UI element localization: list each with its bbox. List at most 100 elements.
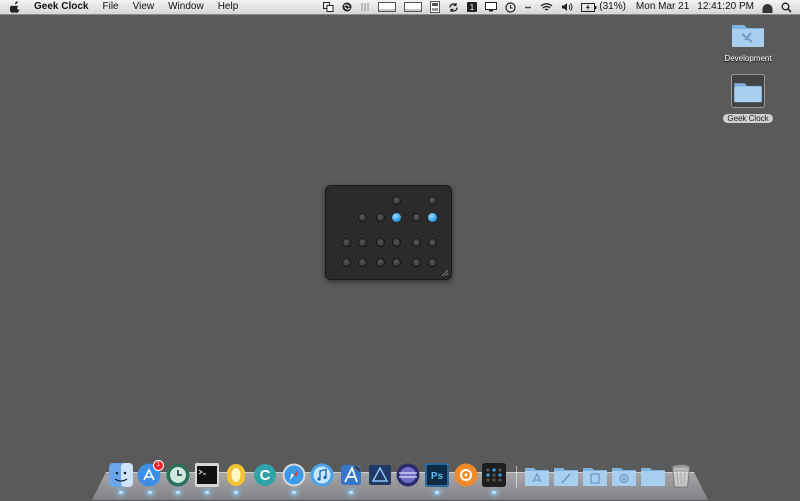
selection-frame [731,74,765,108]
running-indicator [492,491,496,494]
folder-icon [734,83,762,103]
menu-file[interactable]: File [102,0,118,14]
clock-dot-unlit [376,213,385,222]
downloads-folder-icon [583,468,607,486]
dock-applications-stack[interactable] [524,463,549,487]
dock-notes[interactable] [224,463,248,487]
clock-dot-unlit [392,196,401,205]
svg-text:Ps: Ps [431,471,444,482]
xcode-icon [341,464,362,485]
applications-folder-icon [525,468,549,486]
trash-icon [671,464,691,488]
dock-terminal[interactable] [195,463,219,487]
menu-bar-left: Geek Clock File View Window Help [10,0,252,14]
dock-dictionary[interactable]: C [253,463,277,487]
cpu-meter-icon [360,0,370,14]
apple-menu-icon[interactable] [10,1,20,13]
menu-bar-time[interactable]: 12:41:20 PM [697,0,754,14]
dock-desktop-stack[interactable] [611,463,636,487]
clock-dot-unlit [358,258,367,267]
menu-bar: Geek Clock File View Window Help 1 (31%)… [0,0,800,15]
clock-dot-unlit [342,238,351,247]
running-indicator [148,491,152,494]
memory-icon [430,0,441,14]
desktop-folder-development[interactable]: Development [713,20,783,66]
running-indicator [234,491,238,494]
spotlight-search-icon[interactable] [781,0,792,14]
time-machine-icon [166,463,190,487]
clock-dot-unlit [428,196,437,205]
dock-itunes[interactable] [310,463,334,487]
dock-eclipse[interactable] [396,463,420,487]
pictures-folder-icon [641,468,665,486]
notes-icon [227,464,245,486]
clock-dot-unlit [392,238,401,247]
user-icon[interactable] [762,0,773,14]
battery-percentage[interactable]: (31%) [599,0,626,14]
menu-window[interactable]: Window [168,0,204,14]
running-indicator [119,491,123,494]
dock-app-store[interactable]: 1 [137,460,164,487]
dock-time-machine[interactable] [166,463,190,487]
finder-icon [109,463,133,487]
sync-icon[interactable] [448,0,459,14]
clock-dot-lit [392,213,401,222]
instacast-icon [454,463,478,487]
clock-dot-unlit [376,258,385,267]
running-indicator [349,491,353,494]
clock-dot-lit [428,213,437,222]
photoshop-icon: Ps [425,463,449,487]
dock-pictures-stack[interactable] [640,463,665,487]
info-icon[interactable]: 1 [467,0,478,14]
menu-bar-date[interactable]: Mon Mar 21 [636,0,689,14]
wifi-icon[interactable] [540,0,553,14]
clock-dot-unlit [342,258,351,267]
dropbox-icon[interactable] [323,0,334,14]
time-machine-icon[interactable] [505,0,516,14]
running-indicator [205,491,209,494]
eclipse-icon [396,463,420,487]
clock-dot-unlit [376,238,385,247]
dock-downloads-stack[interactable] [582,463,607,487]
notification-badge: 1 [153,460,164,471]
desktop-folder-geek-clock[interactable]: Geek Clock [713,74,783,126]
disk-meter-icon [404,0,423,14]
desktop-folder-icon [612,468,636,486]
clock-dot-unlit [412,238,421,247]
app-menu[interactable]: Geek Clock [34,0,88,14]
running-indicator [435,491,439,494]
terminal-icon [195,463,219,487]
dock-safari[interactable] [282,463,306,487]
running-indicator [292,491,296,494]
documents-folder-icon [554,468,578,486]
menu-help[interactable]: Help [218,0,239,14]
desktop-icon-label: Development [724,54,772,63]
dock-instruments[interactable] [368,463,392,487]
clock-dot-unlit [358,238,367,247]
dock-instacast[interactable] [454,463,478,487]
display-icon[interactable] [485,0,498,14]
clock-dot-unlit [412,213,421,222]
bluetooth-icon[interactable] [524,0,532,14]
dock-geek-clock[interactable] [482,463,506,487]
dock-documents-stack[interactable] [553,463,578,487]
clock-dot-unlit [358,213,367,222]
dock-finder[interactable] [109,463,133,487]
menu-bar-extras: 1 (31%) Mon Mar 21 12:41:20 PM [315,0,792,14]
clock-dot-unlit [412,258,421,267]
dock-trash[interactable] [670,463,694,488]
running-indicator [176,491,180,494]
volume-icon[interactable] [561,0,573,14]
clock-dot-unlit [392,258,401,267]
dock-photoshop[interactable]: Ps [425,463,449,487]
network-meter-icon [378,0,397,14]
menu-view[interactable]: View [133,0,155,14]
svg-text:C: C [260,467,271,484]
spiral-icon[interactable] [342,0,352,14]
resize-grip-icon[interactable] [441,269,448,276]
dock-separator [516,466,517,488]
clock-dot-unlit [428,238,437,247]
dock-xcode[interactable] [339,463,363,487]
geek-clock-widget[interactable] [325,185,452,280]
battery-icon[interactable] [581,0,597,14]
